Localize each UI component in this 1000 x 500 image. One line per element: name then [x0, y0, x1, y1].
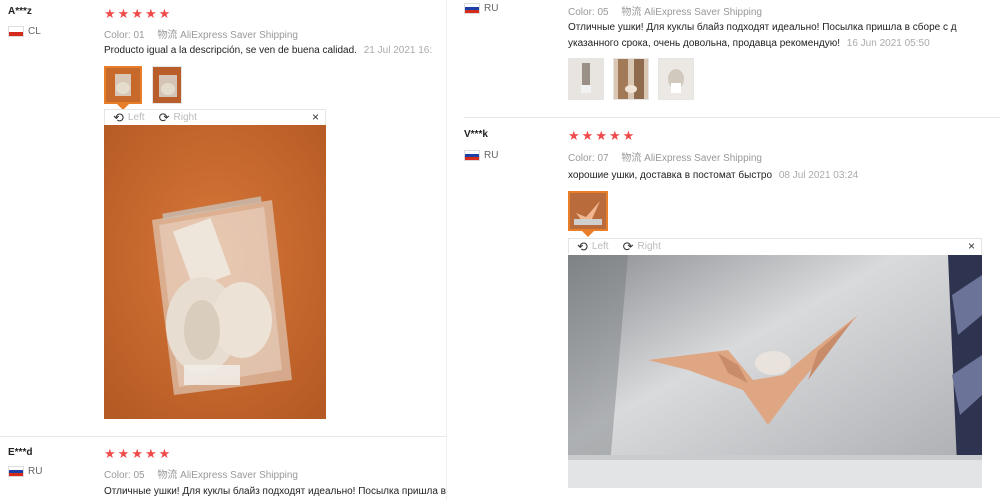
review-photo-thumbnail[interactable] — [568, 58, 604, 100]
review-photo-thumbnail[interactable] — [658, 58, 694, 100]
russia-flag-icon — [8, 466, 24, 477]
color-value: 07 — [597, 153, 609, 164]
close-viewer-button[interactable]: × — [312, 110, 319, 124]
review-divider — [464, 117, 1000, 118]
star-icon: ★ — [158, 6, 171, 21]
color-value: 05 — [133, 470, 145, 481]
review-meta: Color: 05 物流 AliExpress Saver Shipping — [568, 3, 762, 18]
close-viewer-button[interactable]: × — [968, 239, 975, 253]
reviewer-name: E***d — [8, 447, 33, 458]
photo-viewer-toolbar: ⟲ Left ⟳ Right × — [568, 238, 982, 254]
reviews-column-left: A***z CL ★ ★ ★ ★ ★ Color: 01 物流 AliExpre… — [0, 0, 446, 500]
shipping-method: AliExpress Saver Shipping — [644, 7, 762, 18]
star-icon: ★ — [608, 128, 621, 143]
country-code: CL — [28, 26, 41, 37]
reviewer-country: RU — [464, 3, 498, 14]
shipping-method: AliExpress Saver Shipping — [180, 30, 298, 41]
star-icon: ★ — [131, 6, 143, 21]
rotate-left-icon: ⟲ — [113, 109, 124, 125]
shipping-prefix: 物流 — [621, 7, 642, 18]
rotate-left-icon: ⟲ — [577, 238, 588, 254]
rotate-right-icon: ⟳ — [158, 109, 170, 125]
photo-viewer-toolbar: ⟲ Left ⟳ Right × — [104, 109, 326, 125]
shipping-prefix: 物流 — [157, 470, 178, 481]
rotate-right-button[interactable]: ⟳ Right — [623, 239, 661, 255]
color-label: Color: — [568, 7, 595, 18]
star-icon: ★ — [581, 128, 594, 143]
reviewer-name: V***k — [464, 129, 488, 140]
country-code: RU — [28, 466, 43, 477]
review-text-line2: указанного срока, очень довольна, продав… — [568, 38, 930, 49]
review-photo-thumbnail[interactable] — [568, 191, 608, 231]
star-icon: ★ — [568, 128, 580, 143]
rating-stars: ★ ★ ★ ★ ★ — [104, 7, 170, 20]
reviewer-name: A***z — [8, 6, 32, 17]
review-photo-thumbnail[interactable] — [613, 58, 649, 100]
reviewer-country: CL — [8, 26, 41, 37]
chile-flag-icon — [8, 26, 24, 37]
star-icon: ★ — [144, 6, 157, 21]
review-photo-thumbnail[interactable] — [104, 66, 142, 104]
rotate-right-button[interactable]: ⟳ Right — [159, 110, 197, 126]
review-photo-thumbnail[interactable] — [152, 66, 182, 104]
review-text: хорошие ушки, доставка в постомат быстро… — [568, 170, 858, 181]
color-label: Color: — [568, 153, 595, 164]
rotate-left-label: Left — [591, 241, 609, 252]
review-divider — [0, 436, 446, 437]
review-text-line1: Отличные ушки! Для куклы блайз подходят … — [568, 22, 957, 33]
review-text: Producto igual a la descripción, se ven … — [104, 45, 432, 56]
review-photo-large — [104, 125, 326, 419]
review-body: Отличные ушки! Для куклы блайз подходят … — [104, 486, 446, 497]
rotate-left-button[interactable]: ⟲ Left — [113, 110, 145, 126]
russia-flag-icon — [464, 150, 480, 161]
russia-flag-icon — [464, 3, 480, 14]
star-icon: ★ — [144, 446, 157, 461]
review-date: 21 Jul 2021 16: — [363, 45, 433, 56]
rating-stars: ★ ★ ★ ★ ★ — [568, 129, 634, 142]
active-thumb-pointer — [582, 231, 594, 237]
rotate-right-icon: ⟳ — [622, 238, 634, 254]
rotate-left-label: Left — [127, 112, 145, 123]
review-body: Producto igual a la descripción, se ven … — [104, 45, 357, 56]
reviewer-country: RU — [464, 150, 498, 161]
star-icon: ★ — [131, 446, 143, 461]
rating-stars: ★ ★ ★ ★ ★ — [104, 447, 170, 460]
country-code: RU — [484, 150, 499, 161]
review-meta: Color: 05 物流 AliExpress Saver Shipping — [104, 466, 298, 481]
review-meta: Color: 01 物流 AliExpress Saver Shipping — [104, 26, 298, 41]
reviewer-country: RU — [8, 466, 42, 477]
color-value: 01 — [133, 30, 145, 41]
color-label: Color: — [104, 30, 131, 41]
star-icon: ★ — [117, 446, 130, 461]
rotate-right-label: Right — [173, 112, 197, 123]
color-label: Color: — [104, 470, 131, 481]
reviews-column-right: RU Color: 05 物流 AliExpress Saver Shippin… — [446, 0, 1000, 500]
shipping-prefix: 物流 — [157, 30, 178, 41]
star-icon: ★ — [595, 128, 607, 143]
color-value: 05 — [597, 7, 609, 18]
country-code: RU — [484, 3, 499, 14]
star-icon: ★ — [104, 446, 116, 461]
star-icon: ★ — [117, 6, 130, 21]
star-icon: ★ — [158, 446, 171, 461]
review-meta: Color: 07 物流 AliExpress Saver Shipping — [568, 149, 762, 164]
review-date: 16 Jun 2021 05:50 — [846, 38, 930, 49]
star-icon: ★ — [622, 128, 635, 143]
shipping-method: AliExpress Saver Shipping — [180, 470, 298, 481]
review-body: указанного срока, очень довольна, продав… — [568, 38, 840, 49]
review-text: Отличные ушки! Для куклы блайз подходят … — [104, 486, 446, 497]
review-body: хорошие ушки, доставка в постомат быстро — [568, 170, 773, 181]
shipping-prefix: 物流 — [621, 153, 642, 164]
rotate-left-button[interactable]: ⟲ Left — [577, 239, 609, 255]
review-photo-large — [568, 255, 982, 488]
shipping-method: AliExpress Saver Shipping — [644, 153, 762, 164]
review-date: 08 Jul 2021 03:24 — [778, 170, 859, 181]
star-icon: ★ — [104, 6, 116, 21]
rotate-right-label: Right — [637, 241, 661, 252]
